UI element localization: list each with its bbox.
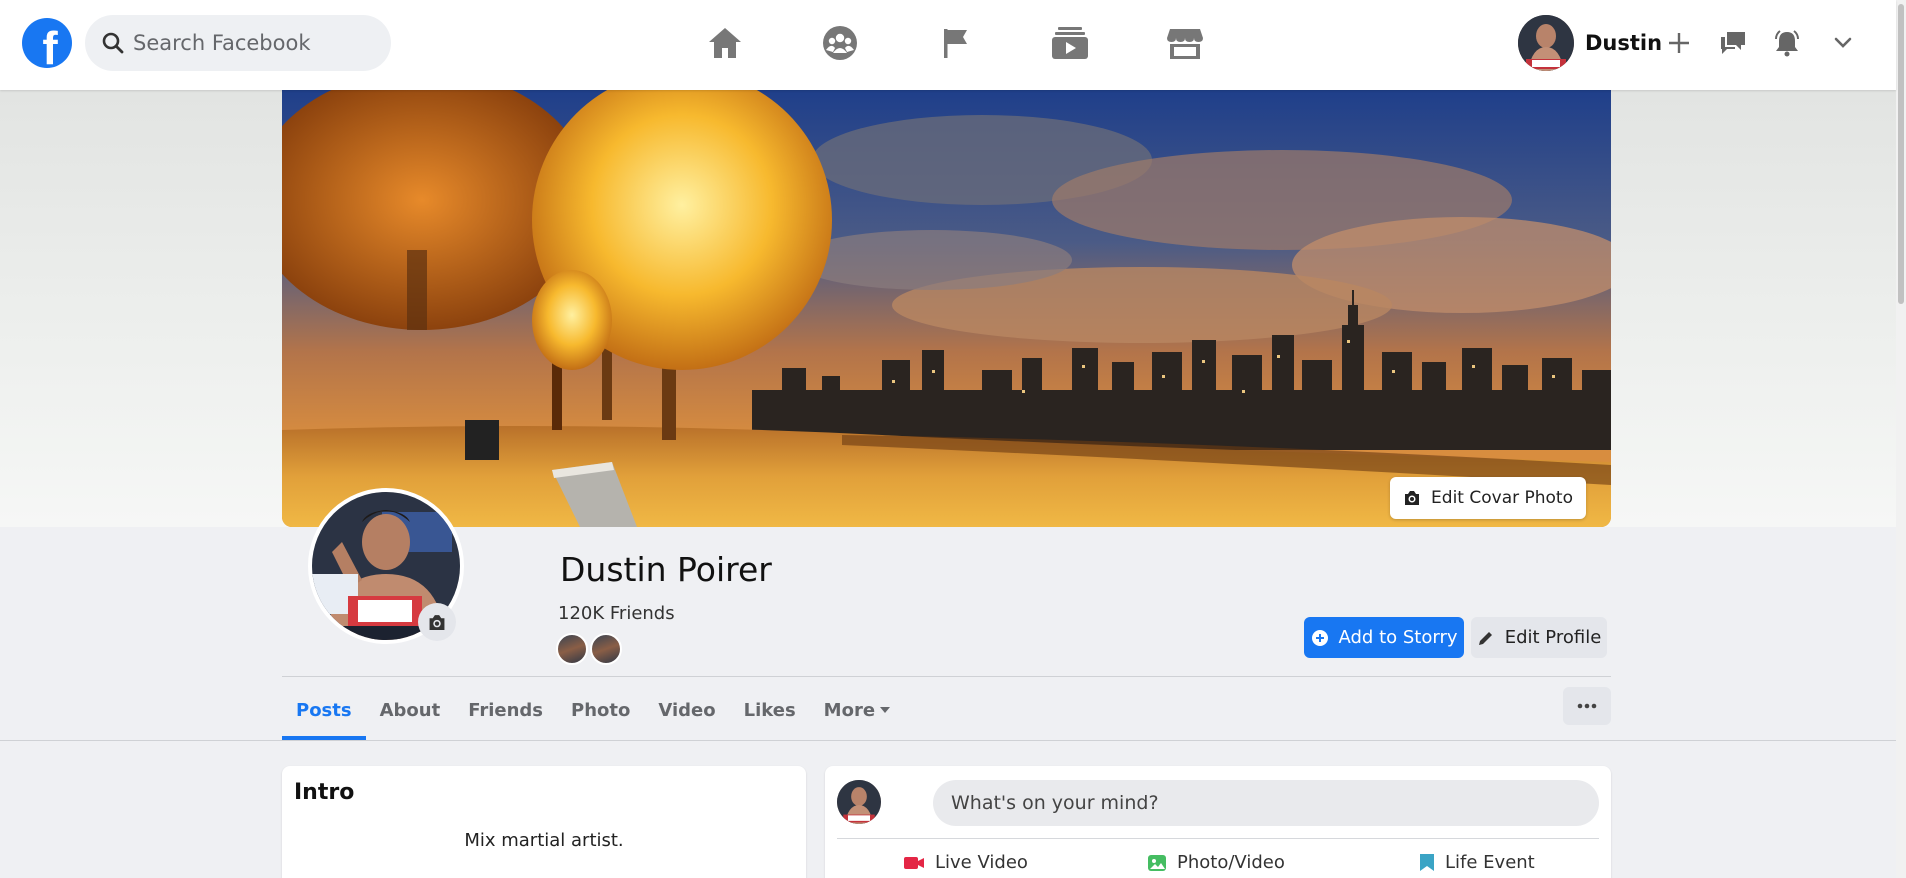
live-video-button[interactable]: Live Video: [903, 852, 1028, 873]
ellipsis-icon: [1577, 703, 1597, 709]
photo-video-button[interactable]: Photo/Video: [1147, 852, 1285, 873]
photo-icon: [1148, 854, 1166, 871]
composer-avatar[interactable]: [837, 780, 881, 824]
profile-first-name: Dustin: [1585, 31, 1663, 55]
life-event-flag-icon: [1420, 853, 1434, 871]
profile-shortcut[interactable]: Dustin: [1518, 14, 1662, 72]
pages-flag-icon[interactable]: [928, 18, 984, 68]
add-to-story-button[interactable]: Add to Storry: [1304, 617, 1464, 658]
edit-cover-photo-button[interactable]: Edit Covar Photo: [1390, 477, 1586, 519]
friend-avatars: [556, 633, 624, 665]
avatar: [1518, 15, 1574, 71]
live-video-icon: [904, 856, 924, 869]
post-composer: What's on your mind? Live Video Photo/Vi…: [825, 766, 1611, 878]
plus-icon[interactable]: [1660, 24, 1698, 62]
marketplace-icon[interactable]: [1157, 18, 1213, 68]
account-menu-chevron-icon[interactable]: [1824, 24, 1862, 62]
intro-card: Intro Mix martial artist.: [282, 766, 806, 878]
notifications-bell-icon[interactable]: [1768, 24, 1806, 62]
search-box[interactable]: [85, 15, 391, 71]
page-scrollbar[interactable]: [1896, 0, 1906, 878]
plus-circle-icon: [1311, 629, 1328, 646]
edit-profile-label: Edit Profile: [1504, 627, 1602, 648]
tab-photo[interactable]: Photo: [557, 680, 644, 740]
more-options-button[interactable]: [1563, 687, 1611, 725]
tab-likes[interactable]: Likes: [730, 680, 810, 740]
intro-title: Intro: [294, 780, 355, 805]
composer-divider: [837, 838, 1599, 839]
tab-posts[interactable]: Posts: [282, 680, 366, 740]
friend-avatar[interactable]: [556, 633, 588, 665]
life-event-label: Life Event: [1445, 852, 1535, 873]
life-event-button[interactable]: Life Event: [1419, 852, 1535, 873]
groups-icon[interactable]: [812, 18, 868, 68]
edit-profile-button[interactable]: Edit Profile: [1471, 617, 1607, 658]
search-icon: [102, 32, 124, 54]
tab-more[interactable]: More: [810, 680, 905, 740]
intro-bio: Mix martial artist.: [464, 830, 624, 851]
cover-photo: Edit Covar Photo: [282, 90, 1611, 527]
logo-letter: f: [42, 22, 58, 68]
tabs-divider: [0, 740, 1896, 741]
photo-video-label: Photo/Video: [1177, 852, 1285, 873]
home-icon[interactable]: [697, 18, 753, 68]
whats-on-your-mind-input[interactable]: What's on your mind?: [933, 780, 1599, 826]
caret-down-icon: [880, 707, 891, 713]
friends-count[interactable]: 120K Friends: [558, 603, 675, 624]
pencil-icon: [1478, 631, 1492, 645]
change-profile-picture-camera-icon[interactable]: [418, 603, 456, 641]
tab-more-label: More: [823, 699, 876, 721]
add-to-story-label: Add to Storry: [1338, 627, 1458, 648]
edit-cover-photo-label: Edit Covar Photo: [1431, 488, 1573, 508]
live-video-label: Live Video: [935, 852, 1028, 873]
scrollbar-thumb[interactable]: [1898, 4, 1904, 304]
watch-icon[interactable]: [1042, 18, 1098, 68]
profile-divider: [282, 676, 1611, 677]
friend-avatar[interactable]: [590, 633, 622, 665]
top-navigation-bar: f D: [0, 0, 1896, 90]
cover-photo-image: [282, 90, 1611, 527]
tab-video[interactable]: Video: [644, 680, 729, 740]
camera-icon: [1405, 491, 1420, 505]
search-input[interactable]: [133, 31, 383, 55]
profile-full-name: Dustin Poirer: [560, 550, 772, 589]
facebook-logo[interactable]: f: [22, 18, 72, 68]
profile-tabs: Posts About Friends Photo Video Likes Mo…: [282, 680, 905, 740]
messenger-icon[interactable]: [1714, 24, 1752, 62]
tab-about[interactable]: About: [366, 680, 455, 740]
tab-friends[interactable]: Friends: [454, 680, 557, 740]
